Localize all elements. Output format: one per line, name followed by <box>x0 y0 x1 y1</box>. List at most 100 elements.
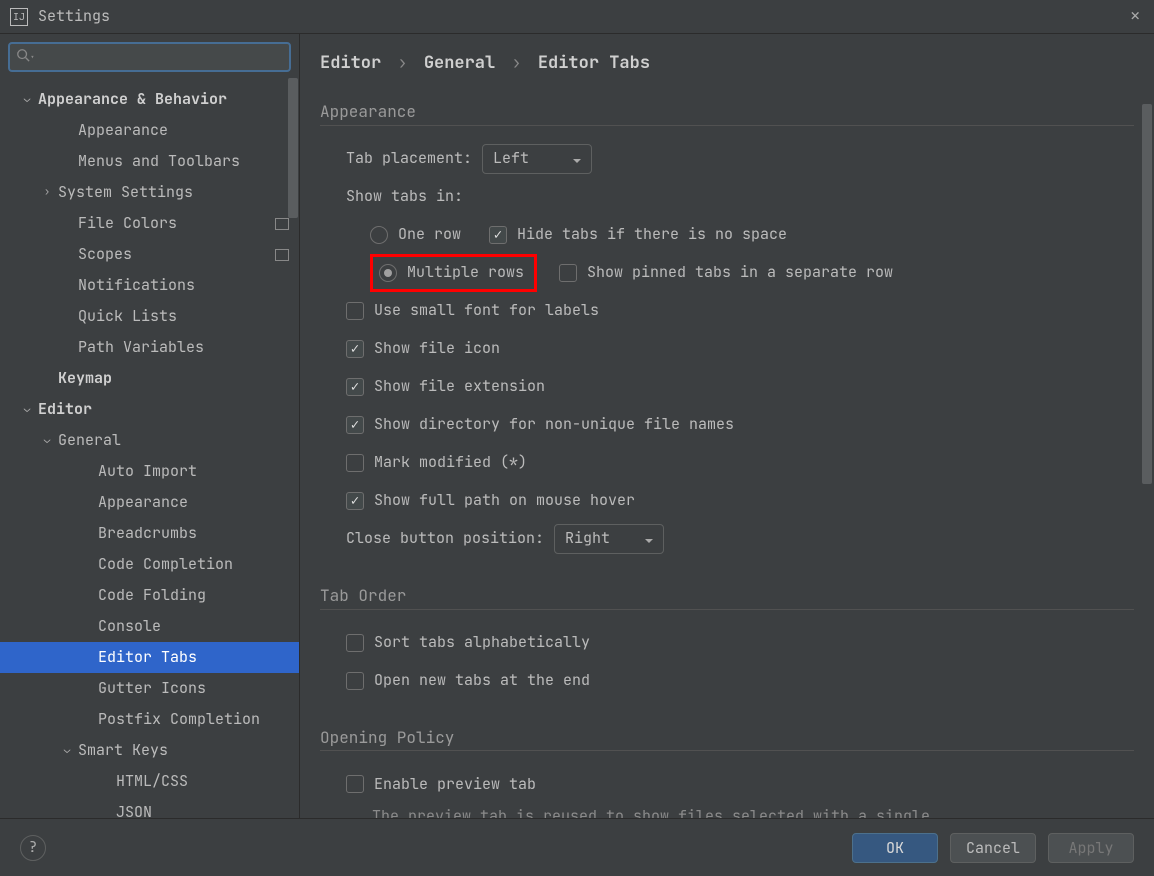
tree-item[interactable]: Code Completion <box>0 549 299 580</box>
tree-item[interactable]: Editor Tabs <box>0 642 299 673</box>
tab-order-form: Sort tabs alphabetically Open new tabs a… <box>320 614 1154 700</box>
app-icon: IJ <box>10 8 28 26</box>
tree-item-label: Quick Lists <box>78 307 289 327</box>
tree-item-label: Appearance <box>78 121 289 141</box>
project-level-badge-icon <box>275 249 289 261</box>
search-wrap: ▾ <box>0 34 299 80</box>
tree-arrow-icon[interactable]: › <box>40 185 54 199</box>
window-title: Settings <box>38 7 1126 27</box>
tree-item-label: Scopes <box>78 245 275 265</box>
checkbox-file-icon-label: Show file icon <box>374 339 500 359</box>
tree-item-label: Menus and Toolbars <box>78 152 289 172</box>
close-icon[interactable]: ✕ <box>1126 6 1144 27</box>
tree-item-label: JSON <box>116 803 289 818</box>
close-btn-pos-value: Right <box>565 529 610 549</box>
checkbox-full-path[interactable] <box>346 492 364 510</box>
tree-item-label: Postfix Completion <box>98 710 289 730</box>
tree-item-label: Path Variables <box>78 338 289 358</box>
tree-item-label: HTML/CSS <box>116 772 289 792</box>
section-title-tab-order: Tab Order <box>320 586 1134 610</box>
tree-item[interactable]: Path Variables <box>0 332 299 363</box>
content: Editor › General › Editor Tabs Appearanc… <box>300 34 1154 818</box>
close-btn-pos-select[interactable]: Right <box>554 524 664 554</box>
project-level-badge-icon <box>275 218 289 230</box>
tree-item[interactable]: Postfix Completion <box>0 704 299 735</box>
tree-item-label: Gutter Icons <box>98 679 289 699</box>
tree-item[interactable]: Console <box>0 611 299 642</box>
radio-multiple-rows-label: Multiple rows <box>407 263 524 283</box>
breadcrumb: Editor › General › Editor Tabs <box>320 34 1154 92</box>
checkbox-hide-tabs-label: Hide tabs if there is no space <box>517 225 787 245</box>
checkbox-open-new-end[interactable] <box>346 672 364 690</box>
checkbox-small-font-label: Use small font for labels <box>374 301 599 321</box>
tree-item[interactable]: Code Folding <box>0 580 299 611</box>
section-title-opening-policy: Opening Policy <box>320 728 1134 752</box>
search-icon <box>16 48 30 62</box>
tree-item[interactable]: › System Settings <box>0 177 299 208</box>
tree-item[interactable]: Gutter Icons <box>0 673 299 704</box>
titlebar: IJ Settings ✕ <box>0 0 1154 34</box>
help-icon: ? <box>28 838 37 858</box>
help-button[interactable]: ? <box>20 835 46 861</box>
tree-item-label: Notifications <box>78 276 289 296</box>
tree-item[interactable]: HTML/CSS <box>0 766 299 797</box>
cancel-button[interactable]: Cancel <box>950 833 1036 863</box>
tree-item-label: Appearance & Behavior <box>38 90 289 110</box>
tree-item[interactable]: ⌄ Appearance & Behavior <box>0 84 299 115</box>
tree-item[interactable]: Breadcrumbs <box>0 518 299 549</box>
checkbox-enable-preview-label: Enable preview tab <box>374 775 536 795</box>
apply-button[interactable]: Apply <box>1048 833 1134 863</box>
tree-item[interactable]: ⌄ Smart Keys <box>0 735 299 766</box>
checkbox-show-pinned[interactable] <box>559 264 577 282</box>
checkbox-full-path-label: Show full path on mouse hover <box>374 491 635 511</box>
search-history-chevron-icon[interactable]: ▾ <box>30 53 35 63</box>
sidebar-scrollbar[interactable] <box>288 78 298 218</box>
radio-one-row-label: One row <box>398 225 461 245</box>
tree-item-label: Console <box>98 617 289 637</box>
tree-item-label: Code Completion <box>98 555 289 575</box>
checkbox-dir-nonunique[interactable] <box>346 416 364 434</box>
radio-multiple-rows[interactable] <box>379 264 397 282</box>
content-scrollbar[interactable] <box>1142 104 1152 484</box>
ok-button[interactable]: OK <box>852 833 938 863</box>
chevron-down-icon <box>571 153 583 173</box>
preview-tab-description: The preview tab is reused to show files … <box>346 803 1154 818</box>
search-input[interactable] <box>8 42 291 72</box>
tree-arrow-icon[interactable]: ⌄ <box>40 433 54 447</box>
checkbox-file-icon[interactable] <box>346 340 364 358</box>
tree-item[interactable]: ⌄ General <box>0 425 299 456</box>
tree-item[interactable]: Keymap <box>0 363 299 394</box>
tree-item-label: Appearance <box>98 493 289 513</box>
checkbox-small-font[interactable] <box>346 302 364 320</box>
tree-item[interactable]: Notifications <box>0 270 299 301</box>
tab-placement-label: Tab placement: <box>346 149 472 169</box>
checkbox-mark-modified[interactable] <box>346 454 364 472</box>
tree-item[interactable]: Appearance <box>0 487 299 518</box>
tree-item-label: File Colors <box>78 214 275 234</box>
radio-one-row[interactable] <box>370 226 388 244</box>
checkbox-enable-preview[interactable] <box>346 775 364 793</box>
tree-item-label: Smart Keys <box>78 741 289 761</box>
breadcrumb-part[interactable]: Editor <box>320 52 381 74</box>
checkbox-file-ext[interactable] <box>346 378 364 396</box>
tab-placement-select[interactable]: Left <box>482 144 592 174</box>
tree-arrow-icon[interactable]: ⌄ <box>20 402 34 416</box>
tree-item-label: Code Folding <box>98 586 289 606</box>
tree-item[interactable]: Scopes <box>0 239 299 270</box>
checkbox-sort-alpha[interactable] <box>346 634 364 652</box>
checkbox-hide-tabs[interactable] <box>489 226 507 244</box>
settings-tree: ⌄ Appearance & Behavior Appearance Menus an… <box>0 80 299 818</box>
tree-item-label: General <box>58 431 289 451</box>
tree-item-label: Keymap <box>58 369 289 389</box>
breadcrumb-part[interactable]: General <box>424 52 495 74</box>
tree-item[interactable]: JSON <box>0 797 299 818</box>
tree-item[interactable]: ⌄Editor <box>0 394 299 425</box>
tree-arrow-icon[interactable]: ⌄ <box>20 92 34 106</box>
tree-item[interactable]: Menus and Toolbars <box>0 146 299 177</box>
tree-item[interactable]: Appearance <box>0 115 299 146</box>
tree-item[interactable]: Quick Lists <box>0 301 299 332</box>
tree-item[interactable]: Auto Import <box>0 456 299 487</box>
tree-item[interactable]: File Colors <box>0 208 299 239</box>
tree-arrow-icon[interactable]: ⌄ <box>60 743 74 757</box>
tree-item-label: System Settings <box>58 183 289 203</box>
